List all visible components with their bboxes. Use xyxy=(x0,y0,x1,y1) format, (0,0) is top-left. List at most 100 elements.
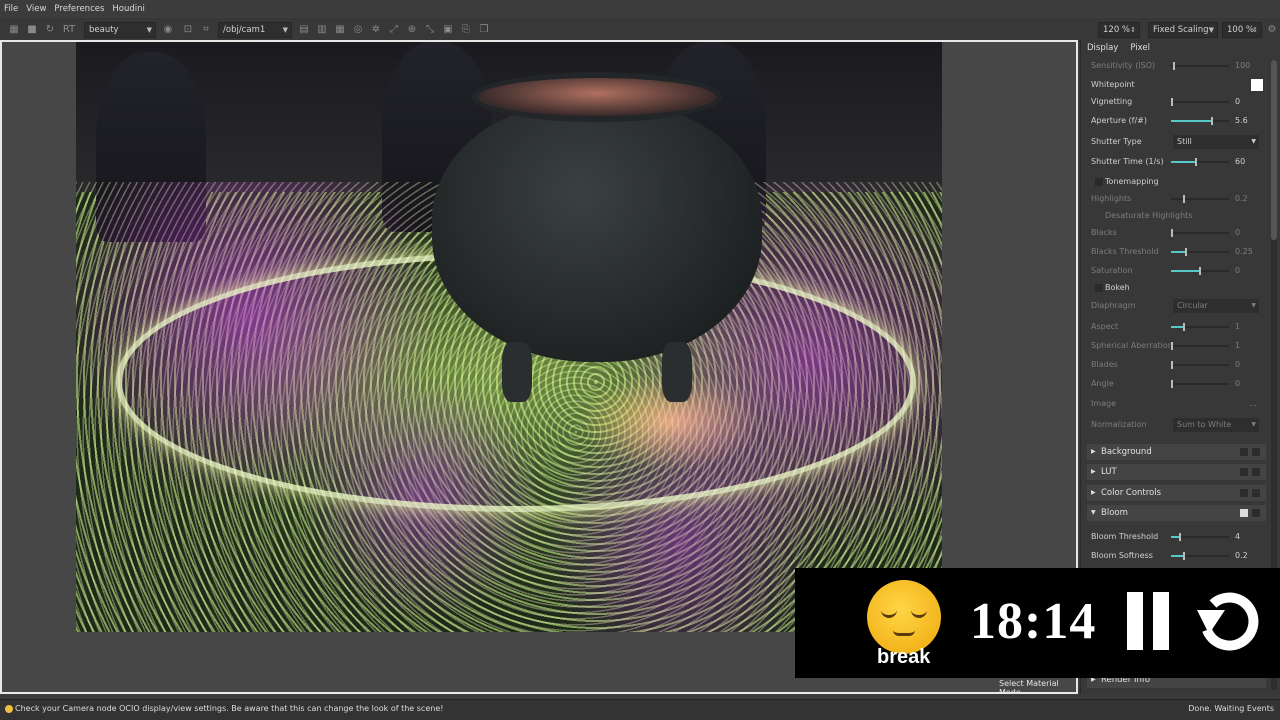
section-lut[interactable]: ▶ LUT xyxy=(1087,464,1266,480)
fit-icon[interactable]: ⤢ xyxy=(388,24,400,36)
relieved-face-icon xyxy=(867,580,941,654)
grid-1-icon[interactable]: ▤ xyxy=(298,24,310,36)
scaling-select[interactable]: Fixed Scaling ▼ xyxy=(1148,22,1218,38)
checkbox[interactable] xyxy=(1240,489,1248,497)
target-icon[interactable]: ◎ xyxy=(352,24,364,36)
row-saturation: Saturation 0 xyxy=(1091,263,1266,279)
tab-pixel[interactable]: Pixel xyxy=(1124,40,1156,56)
normalization-value: Sum to White xyxy=(1177,420,1232,429)
angle-slider[interactable] xyxy=(1171,380,1229,388)
aov-select[interactable]: beauty ▼ xyxy=(84,22,156,38)
whitepoint-swatch[interactable] xyxy=(1251,79,1263,91)
zoom-value: 120 % xyxy=(1103,25,1131,35)
tonemapping-checkbox[interactable] xyxy=(1095,178,1103,186)
angle-value[interactable]: 0 xyxy=(1235,376,1240,392)
checkbox[interactable] xyxy=(1252,468,1260,476)
blacks-threshold-slider[interactable] xyxy=(1171,248,1229,256)
sensitivity-value[interactable]: 100 xyxy=(1235,58,1250,74)
highlights-label: Highlights xyxy=(1091,194,1132,203)
highlights-value[interactable]: 0.2 xyxy=(1235,191,1248,207)
status-right: Done. Waiting Events xyxy=(1188,704,1274,713)
spherical-aberration-value[interactable]: 1 xyxy=(1235,338,1240,354)
refresh-icon[interactable]: ↻ xyxy=(44,24,56,36)
stop-icon[interactable]: ■ xyxy=(26,24,38,36)
diaphragm-select[interactable]: Circular ▼ xyxy=(1173,299,1259,313)
menu-file[interactable]: File xyxy=(4,4,18,14)
color-wheel-icon[interactable]: ◉ xyxy=(162,24,174,36)
blades-value[interactable]: 0 xyxy=(1235,357,1240,373)
checkbox[interactable] xyxy=(1252,489,1260,497)
vignetting-value[interactable]: 0 xyxy=(1235,94,1240,110)
checkbox[interactable] xyxy=(1240,448,1248,456)
normalization-select[interactable]: Sum to White ▼ xyxy=(1173,418,1259,432)
section-bloom[interactable]: ▼ Bloom xyxy=(1087,505,1266,521)
spherical-aberration-label: Spherical Aberration xyxy=(1091,341,1173,350)
region-icon[interactable]: ⊡ xyxy=(182,24,194,36)
vignetting-slider[interactable] xyxy=(1171,98,1229,106)
zoom-select[interactable]: 120 % ⇕ xyxy=(1098,22,1140,38)
shutter-time-slider[interactable] xyxy=(1171,158,1229,166)
tab-display[interactable]: Display xyxy=(1081,40,1124,56)
bokeh-checkbox[interactable] xyxy=(1095,284,1103,292)
checkmark-icon[interactable] xyxy=(1240,509,1248,517)
saturation-value[interactable]: 0 xyxy=(1235,263,1240,279)
blacks-threshold-value[interactable]: 0.25 xyxy=(1235,244,1253,260)
section-background[interactable]: ▶ Background xyxy=(1087,444,1266,460)
blades-slider[interactable] xyxy=(1171,361,1229,369)
bloom-threshold-slider[interactable] xyxy=(1171,533,1229,541)
blacks-slider[interactable] xyxy=(1171,229,1229,237)
zoom-icon[interactable]: ⊕ xyxy=(406,24,418,36)
saturation-slider[interactable] xyxy=(1171,267,1229,275)
save-icon[interactable]: ⎘ xyxy=(460,24,472,36)
settings-icon[interactable]: ✲ xyxy=(370,24,382,36)
shutter-time-value[interactable]: 60 xyxy=(1235,154,1245,170)
aspect-slider[interactable] xyxy=(1171,323,1229,331)
aperture-slider[interactable] xyxy=(1171,117,1229,125)
image-browse-button[interactable]: ... xyxy=(1249,396,1257,412)
bloom-softness-value[interactable]: 0.2 xyxy=(1235,548,1248,564)
warning-icon xyxy=(5,705,13,713)
section-color-controls[interactable]: ▶ Color Controls xyxy=(1087,485,1266,501)
reset-icon[interactable] xyxy=(1195,590,1265,652)
snapshot-icon[interactable]: ▣ xyxy=(442,24,454,36)
row-shutter-type: Shutter Type Still ▼ xyxy=(1091,134,1266,150)
diaphragm-label: Diaphragm xyxy=(1091,301,1136,310)
checkbox[interactable] xyxy=(1252,448,1260,456)
desaturate-label: Desaturate Highlights xyxy=(1105,211,1193,220)
blacks-label: Blacks xyxy=(1091,228,1117,237)
sensitivity-slider[interactable] xyxy=(1171,62,1229,70)
menu-view[interactable]: View xyxy=(26,4,46,14)
grid-2-icon[interactable]: ▥ xyxy=(316,24,328,36)
film-icon[interactable]: ▦ xyxy=(8,24,20,36)
aperture-value[interactable]: 5.6 xyxy=(1235,113,1248,129)
checkbox[interactable] xyxy=(1240,468,1248,476)
row-sensitivity: Sensitivity (ISO) 100 xyxy=(1091,58,1266,74)
spinner-icon: ⇕ xyxy=(1252,26,1258,34)
scale-select[interactable]: 100 % ⇕ xyxy=(1222,22,1262,38)
scrollbar-thumb[interactable] xyxy=(1271,60,1277,240)
triangle-right-icon: ▶ xyxy=(1091,489,1096,496)
checkbox[interactable] xyxy=(1252,509,1260,517)
bloom-softness-slider[interactable] xyxy=(1171,552,1229,560)
bloom-threshold-value[interactable]: 4 xyxy=(1235,529,1240,545)
rt-button[interactable]: RT xyxy=(62,24,76,36)
camera-select[interactable]: /obj/cam1 ▼ xyxy=(218,22,292,38)
crop-icon[interactable]: ⌗ xyxy=(200,24,212,36)
break-label: break xyxy=(877,646,931,668)
viewport-empty-area xyxy=(942,42,1076,632)
blacks-value[interactable]: 0 xyxy=(1235,225,1240,241)
pause-icon[interactable] xyxy=(1127,592,1175,650)
expand-icon[interactable]: ⤡ xyxy=(424,24,436,36)
menu-houdini[interactable]: Houdini xyxy=(112,4,145,14)
grid-3-icon[interactable]: ▦ xyxy=(334,24,346,36)
row-shutter-time: Shutter Time (1/s) 60 xyxy=(1091,154,1266,170)
gear-icon[interactable]: ⚙ xyxy=(1266,24,1278,36)
menu-preferences[interactable]: Preferences xyxy=(54,4,104,14)
whitepoint-label: Whitepoint xyxy=(1091,80,1135,89)
spherical-aberration-slider[interactable] xyxy=(1171,342,1229,350)
shutter-type-select[interactable]: Still ▼ xyxy=(1173,135,1259,149)
copy-icon[interactable]: ❐ xyxy=(478,24,490,36)
highlights-slider[interactable] xyxy=(1171,195,1229,203)
aov-select-value: beauty xyxy=(89,25,119,35)
aspect-value[interactable]: 1 xyxy=(1235,319,1240,335)
